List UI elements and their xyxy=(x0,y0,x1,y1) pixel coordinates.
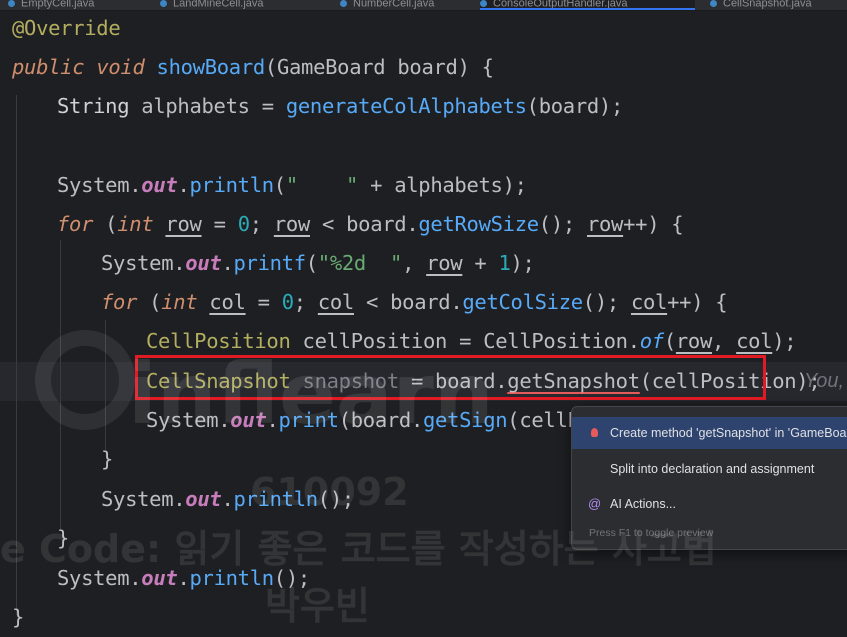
indent-guide xyxy=(16,95,17,615)
intention-actions-popup: Create method 'getSnapshot' in 'GameBoa … xyxy=(571,406,847,550)
popup-item-create-method[interactable]: Create method 'getSnapshot' in 'GameBoa xyxy=(572,417,847,449)
highlight-annotation-box xyxy=(135,355,766,400)
code-line-15: System.out.println(); xyxy=(57,566,310,590)
tab-number-cell[interactable]: NumberCell.java xyxy=(340,0,470,10)
code-line-16: } xyxy=(12,605,25,629)
code-line-3: String alphabets = generateColAlphabets(… xyxy=(57,94,623,118)
code-line-2: public void showBoard(GameBoard board) { xyxy=(12,55,494,79)
popup-item-split-declaration[interactable]: Split into declaration and assignment xyxy=(572,453,847,485)
code-editor[interactable]: @Override public void showBoard(GameBoar… xyxy=(0,10,847,635)
popup-item-ai-actions[interactable]: @ AI Actions... xyxy=(572,488,847,520)
code-line-12: } xyxy=(101,447,114,471)
code-line-13: System.out.println(); xyxy=(101,487,354,511)
code-line-6: for (int row = 0; row < board.getRowSize… xyxy=(57,212,684,236)
code-line-8: for (int col = 0; col < board.getColSize… xyxy=(101,290,728,314)
tab-console-output-handler[interactable]: ConsoleOutputHandler.java xyxy=(480,0,695,10)
java-file-icon xyxy=(8,0,15,7)
code-line-11: System.out.print(board.getSign(cellPos xyxy=(146,408,604,432)
ai-actions-icon: @ xyxy=(588,496,602,511)
watermark-logo xyxy=(35,330,135,430)
tab-land-mine-cell[interactable]: LandMineCell.java xyxy=(160,0,310,10)
tab-cell-snapshot[interactable]: CellSnapshot.java xyxy=(710,0,847,10)
java-file-icon xyxy=(160,0,167,7)
java-file-icon xyxy=(480,0,487,7)
code-line-14: } xyxy=(57,526,70,550)
bulb-icon xyxy=(591,428,598,437)
git-blame-inlay: You, xyxy=(804,370,845,392)
popup-footer-hint: Press F1 to toggle preview xyxy=(589,527,714,539)
code-line-1: @Override xyxy=(12,16,121,40)
java-file-icon xyxy=(710,0,717,7)
java-file-icon xyxy=(340,0,347,7)
code-line-5: System.out.println(" " + alphabets); xyxy=(57,173,527,197)
code-line-7: System.out.printf("%2d ", row + 1); xyxy=(101,251,535,275)
